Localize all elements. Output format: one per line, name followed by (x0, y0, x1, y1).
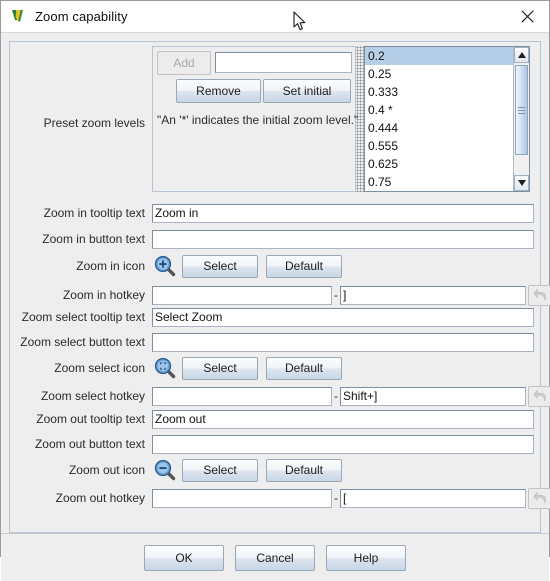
list-item[interactable]: 0.444 (365, 119, 513, 137)
zoom-in-tooltip-row: Zoom in tooltip text (10, 202, 540, 224)
zoom-in-icon-row: Zoom in icon Select Default (10, 253, 540, 279)
window-title: Zoom capability (35, 9, 128, 24)
preset-editor-panel: Add Remove Set initial "An '*' indicates… (152, 46, 359, 192)
list-item[interactable]: 0.2 (365, 47, 513, 65)
zoom-out-hotkey-modifier-input[interactable] (152, 488, 332, 508)
zoom-in-tooltip-label: Zoom in tooltip text (43, 206, 145, 220)
zoom-out-icon-select-button[interactable]: Select (182, 458, 258, 482)
list-item[interactable]: 0.4 * (365, 101, 513, 119)
list-item[interactable]: 0.555 (365, 137, 513, 155)
zoom-in-button-text-row: Zoom in button text (10, 228, 540, 250)
zoom-out-hotkey-key-input[interactable] (340, 488, 526, 508)
scroll-down-arrow-icon[interactable] (514, 175, 529, 191)
zoom-in-hotkey-row: Zoom in hotkey - (10, 284, 550, 306)
zoom-in-magnifier-icon (152, 255, 182, 277)
hotkey-separator: - (334, 288, 338, 302)
settings-panel: Preset zoom levels Add Remove Set initia… (9, 41, 550, 533)
list-item[interactable]: 0.25 (365, 65, 513, 83)
zoom-out-button-text-label: Zoom out button text (34, 437, 145, 451)
zoom-in-button-text-label: Zoom in button text (42, 232, 145, 246)
zoom-select-tooltip-input[interactable] (152, 307, 534, 327)
zoom-select-icon-label: Zoom select icon (54, 361, 145, 375)
hotkey-separator: - (334, 491, 338, 505)
list-item[interactable]: 0.333 (365, 83, 513, 101)
zoom-out-hotkey-row: Zoom out hotkey - (10, 487, 550, 509)
preset-zoom-levels-row: Preset zoom levels Add Remove Set initia… (10, 46, 540, 198)
zoom-out-button-text-input[interactable] (152, 434, 534, 454)
zoom-in-button-text-input[interactable] (152, 229, 534, 249)
zoom-capability-dialog: Zoom capability Preset zoom levels Add R… (0, 0, 550, 581)
zoom-select-magnifier-icon (152, 357, 182, 379)
zoom-in-tooltip-input[interactable] (152, 203, 534, 223)
list-vertical-scrollbar[interactable] (513, 47, 529, 191)
zoom-select-icon-row: Zoom select icon Select Default (10, 355, 540, 381)
zoom-in-hotkey-label: Zoom in hotkey (62, 288, 145, 302)
zoom-levels-list[interactable]: 0.2 0.25 0.333 0.4 * 0.444 0.555 0.625 0… (365, 47, 513, 191)
scrollbar-thumb[interactable] (515, 65, 528, 155)
zoom-out-icon-default-button[interactable]: Default (266, 458, 342, 482)
hotkey-separator: - (334, 389, 338, 403)
zoom-out-magnifier-icon (152, 459, 182, 481)
add-zoom-level-input[interactable] (215, 52, 352, 73)
zoom-in-hotkey-modifier-input[interactable] (152, 285, 332, 305)
zoom-select-hotkey-label: Zoom select hotkey (40, 389, 145, 403)
zoom-out-tooltip-input[interactable] (152, 409, 534, 429)
zoom-select-hotkey-row: Zoom select hotkey - (10, 385, 550, 407)
zoom-out-tooltip-label: Zoom out tooltip text (36, 412, 145, 426)
preset-zoom-levels-label: Preset zoom levels (43, 116, 145, 130)
add-button[interactable]: Add (157, 51, 211, 75)
scroll-up-arrow-icon[interactable] (514, 47, 529, 63)
zoom-out-tooltip-row: Zoom out tooltip text (10, 408, 540, 430)
zoom-levels-list-panel: 0.2 0.25 0.333 0.4 * 0.444 0.555 0.625 0… (364, 46, 530, 192)
zoom-in-hotkey-key-input[interactable] (340, 285, 526, 305)
zoom-select-hotkey-key-input[interactable] (340, 386, 526, 406)
zoom-out-icon-label: Zoom out icon (68, 463, 145, 477)
zoom-in-icon-label: Zoom in icon (76, 259, 145, 273)
zoom-out-hotkey-label: Zoom out hotkey (55, 491, 145, 505)
zoom-in-hotkey-undo-arrow-icon[interactable] (528, 284, 550, 306)
initial-zoom-hint-label: "An '*' indicates the initial zoom level… (157, 113, 359, 127)
zoom-select-tooltip-row: Zoom select tooltip text (10, 306, 540, 328)
list-item[interactable]: 0.75 (365, 173, 513, 191)
zoom-in-icon-default-button[interactable]: Default (266, 254, 342, 278)
zoom-select-button-text-row: Zoom select button text (10, 331, 540, 353)
zoom-select-hotkey-modifier-input[interactable] (152, 386, 332, 406)
list-item[interactable]: 0.625 (365, 155, 513, 173)
close-icon[interactable] (505, 1, 549, 32)
set-initial-button[interactable]: Set initial (263, 79, 351, 103)
dialog-content: Preset zoom levels Add Remove Set initia… (1, 33, 550, 533)
zoom-select-hotkey-undo-arrow-icon[interactable] (528, 385, 550, 407)
zoom-select-tooltip-label: Zoom select tooltip text (21, 310, 145, 324)
zoom-out-button-text-row: Zoom out button text (10, 433, 540, 455)
zoom-select-button-text-input[interactable] (152, 332, 534, 352)
app-logo-icon (10, 8, 27, 25)
zoom-out-icon-row: Zoom out icon Select Default (10, 457, 540, 483)
title-bar: Zoom capability (1, 1, 549, 33)
remove-button[interactable]: Remove (176, 79, 261, 103)
mouse-cursor (293, 11, 307, 32)
dialog-button-bar: OK Cancel Help (1, 533, 549, 581)
ok-button[interactable]: OK (144, 544, 224, 571)
zoom-out-hotkey-undo-arrow-icon[interactable] (528, 487, 550, 509)
zoom-select-icon-select-button[interactable]: Select (182, 356, 258, 380)
cancel-button[interactable]: Cancel (235, 544, 315, 571)
zoom-select-icon-default-button[interactable]: Default (266, 356, 342, 380)
zoom-in-icon-select-button[interactable]: Select (182, 254, 258, 278)
zoom-select-button-text-label: Zoom select button text (20, 335, 145, 349)
help-button[interactable]: Help (326, 544, 406, 571)
